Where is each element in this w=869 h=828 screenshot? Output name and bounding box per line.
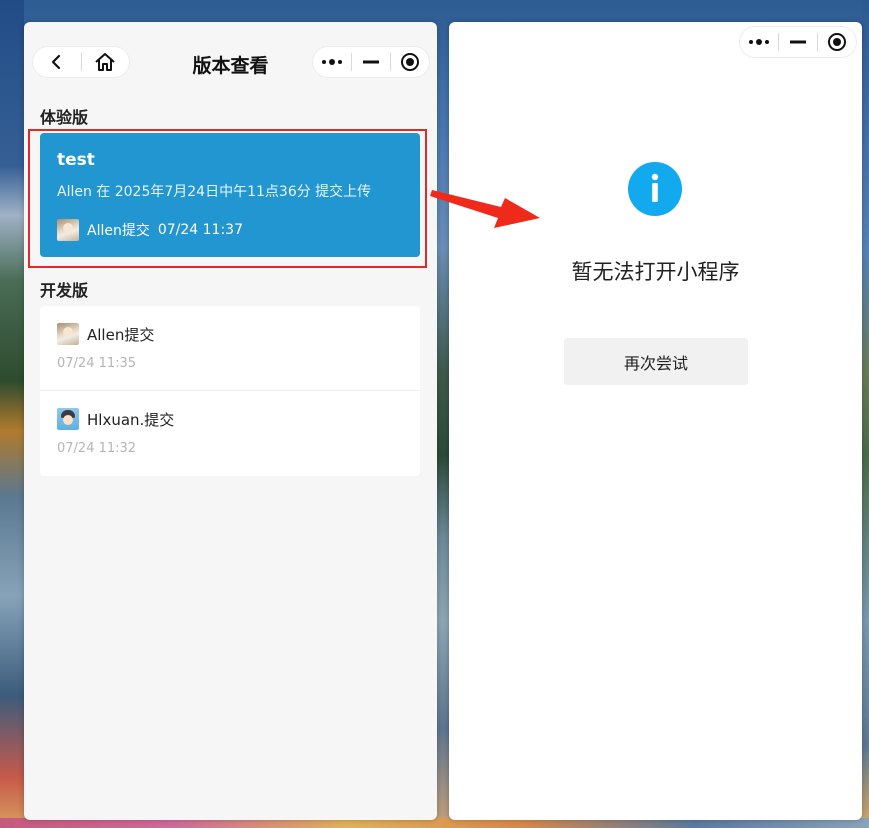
submitter-label: Allen提交 xyxy=(87,223,150,239)
desktop-background-left xyxy=(0,0,24,828)
avatar xyxy=(57,323,79,345)
error-message: 暂无法打开小程序 xyxy=(571,260,740,284)
list-item[interactable]: Allen提交 07/24 11:35 xyxy=(40,306,420,390)
close-button[interactable] xyxy=(818,27,856,57)
minimize-icon xyxy=(363,60,379,64)
record-close-icon xyxy=(828,33,846,51)
minimize-button[interactable] xyxy=(779,27,817,57)
submitter-row: Allen提交 xyxy=(57,323,154,345)
submit-time: 07/24 11:32 xyxy=(57,441,137,456)
retry-button[interactable]: 再次尝试 xyxy=(564,338,748,385)
nav-bar: 版本查看 xyxy=(24,22,437,106)
more-dots-icon xyxy=(749,39,769,45)
avatar xyxy=(57,408,79,430)
version-name: test xyxy=(57,150,95,170)
dev-section-heading: 开发版 xyxy=(40,281,89,300)
info-icon xyxy=(628,162,682,216)
version-view-window: 版本查看 体验版 test Allen 在 2025年7月24日中午11点36分… xyxy=(24,22,437,820)
submitter-row: Hlxuan.提交 xyxy=(57,408,174,430)
minimize-button[interactable] xyxy=(352,47,390,77)
submit-time: 07/24 11:35 xyxy=(57,356,137,371)
submitter-label: Allen提交 xyxy=(87,325,155,344)
version-meta: Allen提交 07/24 11:37 xyxy=(57,219,243,241)
more-button[interactable] xyxy=(740,27,778,57)
error-window: 暂无法打开小程序 再次尝试 xyxy=(449,22,862,820)
minimize-icon xyxy=(790,40,806,44)
nav-capsule-right xyxy=(312,46,430,78)
submit-time: 07/24 11:37 xyxy=(157,222,243,238)
experience-section-heading: 体验版 xyxy=(40,108,89,127)
experience-version-card[interactable]: test Allen 在 2025年7月24日中午11点36分 提交上传 All… xyxy=(40,133,420,257)
close-button[interactable] xyxy=(391,47,429,77)
list-item[interactable]: Hlxuan.提交 07/24 11:32 xyxy=(40,390,420,474)
more-dots-icon xyxy=(322,59,342,65)
record-close-icon xyxy=(401,53,419,71)
avatar xyxy=(57,219,79,241)
dev-version-list: Allen提交 07/24 11:35 Hlxuan.提交 07/24 11:3… xyxy=(40,306,420,476)
version-description: Allen 在 2025年7月24日中午11点36分 提交上传 xyxy=(57,184,372,200)
more-button[interactable] xyxy=(313,47,351,77)
nav-capsule-right xyxy=(739,26,857,58)
desktop-background-right xyxy=(862,0,869,828)
submitter-label: Hlxuan.提交 xyxy=(87,410,175,429)
